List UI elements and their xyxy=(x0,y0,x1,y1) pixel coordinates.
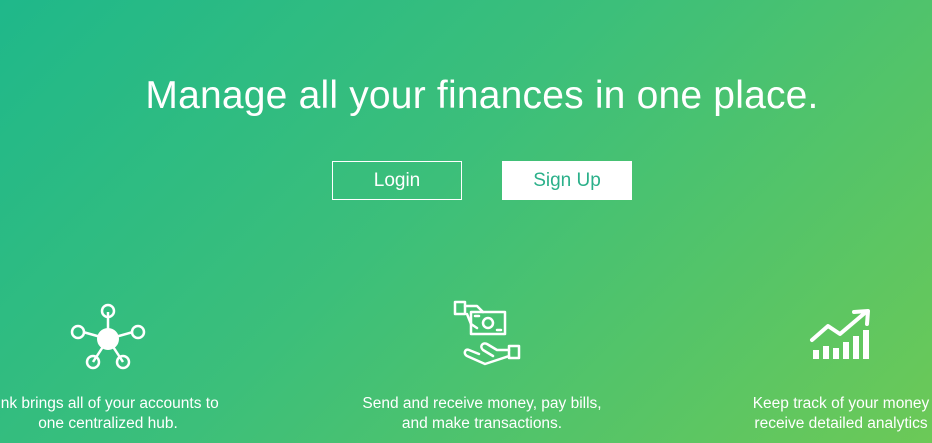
feature-analytics: Keep track of your money receive detaile… xyxy=(691,300,932,434)
feature-analytics-text: Keep track of your money receive detaile… xyxy=(691,394,932,434)
feature-line: one centralized hub. xyxy=(38,415,178,432)
money-transfer-hand-icon xyxy=(453,300,521,366)
feature-money-transfer: Send and receive money, pay bills, and m… xyxy=(332,300,632,434)
feature-line: and make transactions. xyxy=(401,415,563,432)
feature-line: Keep track of your money xyxy=(752,395,930,412)
feature-accounts-hub: ink brings all of your accounts to one c… xyxy=(0,300,258,434)
hero-section: Manage all your finances in one place. L… xyxy=(0,0,932,443)
growth-chart-icon xyxy=(810,309,870,359)
login-button[interactable]: Login xyxy=(332,161,462,200)
feature-line: receive detailed analytics xyxy=(754,415,928,432)
feature-line: Send and receive money, pay bills, xyxy=(362,395,602,412)
feature-money-transfer-text: Send and receive money, pay bills, and m… xyxy=(332,394,632,434)
hub-network-icon xyxy=(70,303,146,370)
hero-headline: Manage all your finances in one place. xyxy=(145,74,819,117)
feature-accounts-hub-text: ink brings all of your accounts to one c… xyxy=(0,394,258,434)
signup-button[interactable]: Sign Up xyxy=(502,161,632,200)
feature-line: ink brings all of your accounts to xyxy=(0,395,219,412)
